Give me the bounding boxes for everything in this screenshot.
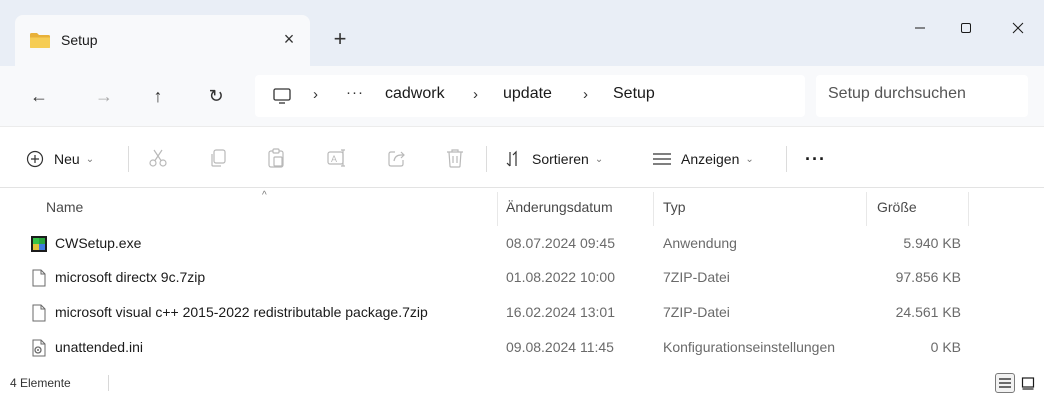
- breadcrumb[interactable]: › ··· cadwork › update › Setup: [255, 75, 805, 117]
- close-window-button[interactable]: [995, 12, 1041, 44]
- column-header-type[interactable]: Typ: [663, 199, 686, 215]
- command-bar: Neu ⌄ A Sortieren ⌄ Anzeigen ⌄ ···: [0, 126, 1044, 188]
- up-arrow-icon[interactable]: ↑: [145, 83, 171, 109]
- search-input[interactable]: [828, 85, 1018, 103]
- file-type: 7ZIP-Datei: [663, 304, 730, 320]
- minimize-icon: [915, 27, 925, 29]
- column-divider[interactable]: [866, 192, 867, 226]
- search-box[interactable]: [816, 75, 1028, 117]
- exe-app-icon: [31, 236, 47, 252]
- file-size: 24.561 KB: [895, 304, 961, 320]
- copy-icon[interactable]: [206, 146, 230, 170]
- breadcrumb-separator[interactable]: ›: [313, 86, 318, 103]
- view-button-label: Anzeigen: [681, 151, 740, 167]
- more-options-button[interactable]: ···: [805, 146, 826, 172]
- status-bar: 4 Elemente: [0, 370, 1044, 396]
- settings-file-icon: [32, 339, 46, 357]
- divider: [486, 146, 487, 172]
- file-icon: [32, 269, 46, 287]
- share-icon[interactable]: [385, 146, 409, 170]
- file-name: unattended.ini: [55, 339, 143, 355]
- paste-icon[interactable]: [264, 146, 288, 170]
- file-size: 0 KB: [930, 339, 961, 355]
- sort-caret-icon: ^: [262, 190, 267, 201]
- new-button-label: Neu: [54, 151, 80, 167]
- file-date: 09.08.2024 11:45: [506, 339, 614, 355]
- sort-icon: [506, 150, 517, 167]
- forward-arrow-icon[interactable]: →: [91, 83, 117, 109]
- file-size: 5.940 KB: [903, 235, 961, 251]
- file-name: CWSetup.exe: [55, 235, 142, 251]
- item-count: 4 Elemente: [10, 376, 71, 390]
- breadcrumb-overflow[interactable]: ···: [346, 84, 364, 101]
- table-row[interactable]: unattended.ini 09.08.2024 11:45 Konfigur…: [0, 333, 1044, 363]
- svg-text:A: A: [331, 154, 337, 164]
- close-icon: [1012, 22, 1024, 34]
- back-arrow-icon[interactable]: ←: [26, 83, 52, 109]
- delete-icon[interactable]: [443, 146, 467, 170]
- file-name: microsoft directx 9c.7zip: [55, 269, 206, 285]
- chevron-down-icon: ⌄: [594, 153, 604, 165]
- address-bar: ← → ↑ ↻ › ··· cadwork › update › Setup: [0, 66, 1044, 126]
- divider: [128, 146, 129, 172]
- file-date: 16.02.2024 13:01: [506, 304, 615, 320]
- sort-button[interactable]: Sortieren ⌄: [505, 146, 603, 172]
- refresh-icon[interactable]: ↻: [203, 83, 229, 109]
- title-bar: Setup × +: [0, 0, 1044, 66]
- breadcrumb-separator[interactable]: ›: [583, 86, 588, 103]
- details-view-button[interactable]: [995, 373, 1015, 393]
- large-icons-view-icon: [1021, 377, 1035, 390]
- sort-button-label: Sortieren: [532, 151, 589, 167]
- new-tab-button[interactable]: +: [327, 27, 353, 53]
- table-row[interactable]: CWSetup.exe 08.07.2024 09:45 Anwendung 5…: [0, 229, 1044, 259]
- table-row[interactable]: microsoft directx 9c.7zip 01.08.2022 10:…: [0, 263, 1044, 293]
- file-size: 97.856 KB: [895, 269, 961, 285]
- maximize-button[interactable]: [943, 12, 989, 44]
- maximize-icon: [961, 23, 971, 33]
- file-name: microsoft visual c++ 2015-2022 redistrib…: [55, 304, 428, 320]
- folder-icon: [30, 33, 50, 48]
- tab-title: Setup: [61, 32, 98, 48]
- rename-icon[interactable]: A: [325, 146, 349, 170]
- divider: [786, 146, 787, 172]
- column-header-name[interactable]: Name: [46, 199, 83, 215]
- column-header-size[interactable]: Größe: [877, 199, 917, 215]
- file-date: 08.07.2024 09:45: [506, 235, 615, 251]
- table-row[interactable]: microsoft visual c++ 2015-2022 redistrib…: [0, 298, 1044, 328]
- breadcrumb-item-cadwork[interactable]: cadwork: [385, 85, 445, 103]
- column-header-date[interactable]: Änderungsdatum: [506, 199, 613, 215]
- minimize-button[interactable]: [897, 12, 943, 44]
- computer-icon[interactable]: [273, 88, 291, 104]
- new-button[interactable]: Neu ⌄: [26, 146, 94, 172]
- column-divider[interactable]: [968, 192, 969, 226]
- plus-circle-icon: [26, 150, 44, 168]
- chevron-down-icon: ⌄: [85, 153, 95, 165]
- cut-icon[interactable]: [146, 146, 170, 170]
- column-divider[interactable]: [653, 192, 654, 226]
- file-type: Konfigurationseinstellungen: [663, 339, 836, 355]
- details-view-icon: [999, 378, 1011, 388]
- breadcrumb-item-update[interactable]: update: [503, 85, 552, 103]
- column-divider[interactable]: [497, 192, 498, 226]
- close-tab-icon[interactable]: ×: [277, 27, 301, 51]
- breadcrumb-separator[interactable]: ›: [473, 86, 478, 103]
- file-icon: [32, 304, 46, 322]
- large-icons-view-button[interactable]: [1018, 373, 1038, 393]
- chevron-down-icon: ⌄: [745, 153, 754, 165]
- breadcrumb-item-setup[interactable]: Setup: [613, 85, 655, 103]
- divider: [108, 375, 109, 391]
- view-button[interactable]: Anzeigen ⌄: [652, 146, 754, 172]
- file-type: Anwendung: [663, 235, 737, 251]
- file-date: 01.08.2022 10:00: [506, 269, 615, 285]
- file-type: 7ZIP-Datei: [663, 269, 730, 285]
- tab-setup[interactable]: Setup ×: [15, 15, 310, 66]
- view-list-icon: [653, 153, 671, 165]
